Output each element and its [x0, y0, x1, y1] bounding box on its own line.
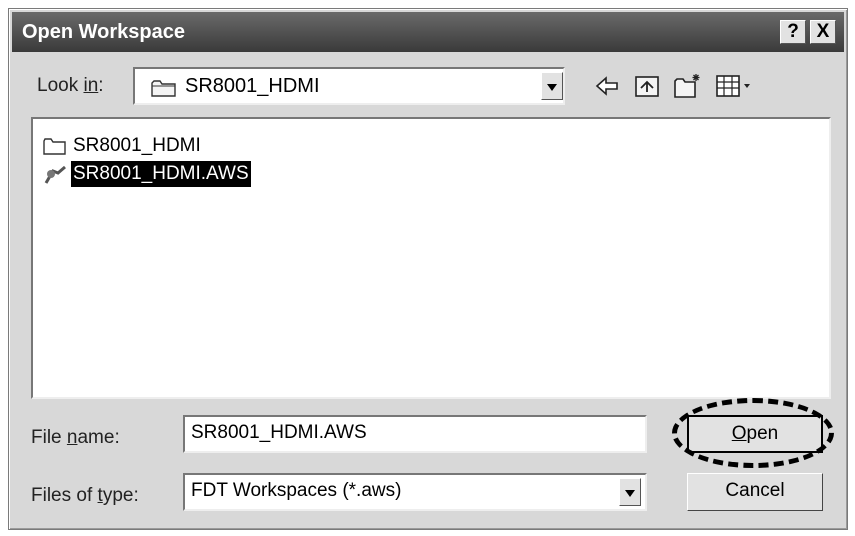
close-button[interactable]: X — [810, 20, 836, 44]
open-button[interactable]: Open — [687, 415, 823, 453]
open-workspace-dialog: Open Workspace ? X Look in: SR8001_HDMI — [8, 8, 848, 530]
file-name-input[interactable]: SR8001_HDMI.AWS — [183, 415, 647, 453]
title-bar: Open Workspace ? X — [12, 12, 844, 52]
up-folder-icon[interactable] — [633, 72, 661, 100]
look-in-dropdown-button[interactable] — [541, 72, 563, 100]
files-of-type-select[interactable]: FDT Workspaces (*.aws) — [183, 473, 647, 511]
new-folder-icon[interactable] — [673, 72, 703, 100]
view-menu-icon[interactable] — [715, 72, 755, 100]
list-item-label: SR8001_HDMI.AWS — [71, 161, 251, 187]
cancel-button[interactable]: Cancel — [687, 473, 823, 511]
file-list[interactable]: SR8001_HDMI SR8001_HDMI.AWS — [31, 117, 831, 399]
look-in-label: Look in: — [37, 75, 104, 96]
files-of-type-label: Files of type: — [31, 485, 139, 506]
folder-icon — [151, 80, 176, 97]
look-in-value: SR8001_HDMI — [185, 75, 320, 97]
files-of-type-dropdown-button[interactable] — [619, 478, 641, 506]
list-item-label: SR8001_HDMI — [73, 135, 201, 156]
look-in-combobox[interactable]: SR8001_HDMI — [133, 67, 565, 105]
back-arrow-icon[interactable] — [593, 72, 621, 100]
workspace-file-icon — [44, 165, 66, 184]
dialog-title: Open Workspace — [22, 21, 186, 43]
file-name-label: File name: — [31, 427, 120, 448]
folder-icon — [43, 138, 66, 155]
help-button[interactable]: ? — [780, 20, 806, 44]
